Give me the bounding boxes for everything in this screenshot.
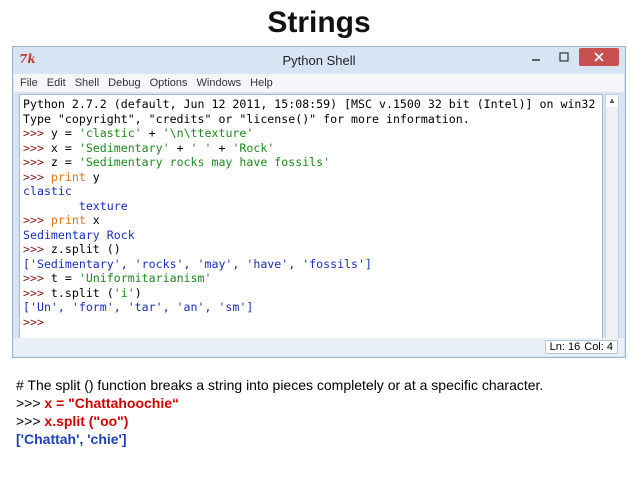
shell-text-segment: >>> [23,126,51,140]
shell-text-segment: x = [50,140,79,155]
minimize-button[interactable] [523,48,549,66]
shell-text-segment: '\n\ttexture' [162,126,254,140]
shell-line: ['Sedimentary', 'rocks', 'may', 'have', … [23,257,602,272]
note-result: ['Chattah', 'chie'] [16,431,127,447]
menu-file[interactable]: File [20,77,38,89]
menu-bar: File Edit Shell Debug Options Windows He… [14,74,624,92]
shell-line: >>> t.split ('i') [23,286,602,301]
title-bar[interactable]: 7k Python Shell [13,47,625,73]
menu-shell[interactable]: Shell [75,77,99,89]
slide-title: Strings [267,6,371,39]
shell-text-segment: 'Sedimentary rocks may have fossils' [78,155,331,169]
close-icon [594,52,604,62]
tk-logo-icon: 7k [19,52,36,66]
shell-text-segment: print [50,213,86,227]
shell-text-segment: >>> [23,140,51,155]
maximize-icon [559,52,569,62]
shell-text-segment: z.split () [50,242,121,256]
shell-text-segment: 'clastic' [78,126,142,140]
shell-line: >>> print y [23,170,602,185]
shell-line: ['Un', 'form', 'tar', 'an', 'sm'] [23,300,602,315]
shell-text-segment: + [169,140,191,155]
note-prompt: >>> [16,395,45,411]
shell-text-segment: t = [50,271,79,285]
menu-windows[interactable]: Windows [197,77,242,89]
shell-text-segment: ) [134,285,142,300]
cursor-position: Ln: 16 Col: 4 [544,340,618,354]
line-number: Ln: 16 [549,341,581,353]
shell-line: >>> print x [23,213,602,228]
menu-help[interactable]: Help [250,77,273,89]
shell-text-segment: >>> [23,169,51,184]
shell-text-segment: texture [23,198,128,213]
shell-line: clastic [23,184,602,199]
note-code: x.split ("oo") [44,413,129,429]
note-code-line-2: >>> x.split ("oo") [16,412,616,430]
shell-text-segment: >>> [23,314,51,329]
column-number: Col: 4 [584,341,613,353]
minimize-icon [532,59,540,61]
shell-line: Type "copyright", "credits" or "license(… [23,112,602,127]
scroll-up-arrow-icon[interactable]: ▲ [606,95,618,107]
shell-line: Sedimentary Rock [23,228,602,243]
shell-text-segment: Python 2.7.2 (default, Jun 12 2011, 15:0… [23,97,596,111]
shell-text-segment: y [85,169,100,184]
shell-line: >>> x = 'Sedimentary' + ' ' + 'Rock' [23,141,602,156]
menu-options[interactable]: Options [150,77,188,89]
maximize-button[interactable] [551,48,577,66]
shell-text-segment: y = [50,126,79,140]
shell-line: texture [23,199,602,214]
note-comment: # The split () function breaks a string … [16,377,544,393]
shell-text-segment: clastic [23,184,72,198]
shell-text-segment: t.split ( [50,285,114,300]
shell-text-segment: + [211,140,233,155]
python-shell-window: 7k Python Shell File Edit Shell Debug Op… [12,46,626,358]
close-button[interactable] [579,48,619,66]
shell-text-segment: 'Rock' [232,140,275,155]
shell-text-segment: ['Un', 'form', 'tar', 'an', 'sm'] [23,300,254,314]
shell-text-segment: 'i' [113,285,135,300]
shell-text-segment: print [50,169,86,184]
note-code: x = "Chattahoochie“ [44,395,180,411]
shell-text-segment: + [141,126,163,140]
window-controls [523,48,619,66]
shell-text-segment: 'Uniformitarianism' [78,271,212,285]
shell-line: >>> t = 'Uniformitarianism' [23,271,602,286]
shell-text-segment: Sedimentary Rock [23,227,135,242]
shell-text-segment: z = [50,155,79,169]
note-code-line-1: >>> x = "Chattahoochie“ [16,394,616,412]
shell-text-segment: >>> [23,285,51,300]
shell-text-segment: >>> [23,155,51,169]
shell-text-segment: ' ' [190,140,212,155]
shell-line: >>> y = 'clastic' + '\n\ttexture' [23,126,602,141]
shell-text-segment: >>> [23,242,51,256]
shell-line: Python 2.7.2 (default, Jun 12 2011, 15:0… [23,97,602,112]
shell-text-segment: >>> [23,271,51,285]
shell-text-segment: ['Sedimentary', 'rocks', 'may', 'have', … [23,256,373,271]
status-bar: Ln: 16 Col: 4 [14,338,624,356]
shell-text-area[interactable]: Python 2.7.2 (default, Jun 12 2011, 15:0… [19,94,603,340]
shell-text-segment: >>> [23,213,51,227]
shell-text-segment: x [85,213,100,227]
shell-line: >>> z = 'Sedimentary rocks may have foss… [23,155,602,170]
vertical-scrollbar[interactable]: ▲ [605,94,619,340]
note-prompt: >>> [16,413,45,429]
slide-notes: # The split () function breaks a string … [16,376,616,448]
shell-line: >>> z.split () [23,242,602,257]
shell-text-segment: 'Sedimentary' [78,140,170,155]
menu-edit[interactable]: Edit [47,77,66,89]
shell-text-segment: Type "copyright", "credits" or "license(… [23,111,470,126]
shell-line: >>> [23,315,602,330]
menu-debug[interactable]: Debug [108,77,140,89]
